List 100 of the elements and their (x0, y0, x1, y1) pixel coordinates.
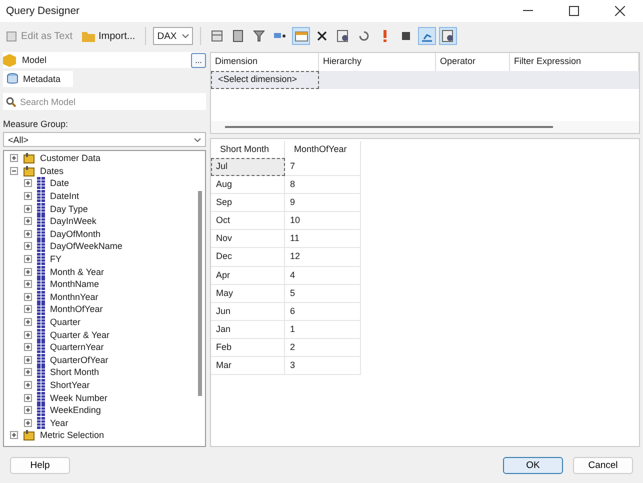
tree-item[interactable]: Metric Selection (40, 430, 104, 440)
tree-item[interactable]: ShortYear (50, 380, 90, 390)
expand-icon[interactable] (24, 268, 32, 276)
tree-item[interactable]: Year (50, 418, 68, 428)
cancel-button[interactable]: Cancel (573, 456, 633, 474)
table-cell: 8 (285, 176, 361, 194)
tree-item[interactable]: Dates (40, 166, 64, 176)
database-icon (7, 73, 18, 85)
expand-icon[interactable] (24, 204, 32, 213)
cube-icon (3, 54, 16, 66)
expand-icon[interactable] (24, 406, 32, 414)
window-title: Query Designer (6, 5, 81, 17)
table-cell: Aug (211, 176, 285, 194)
ok-button[interactable]: OK (503, 456, 563, 474)
table-cell: 2 (285, 338, 361, 358)
tree-item[interactable]: MonthnYear (50, 292, 98, 302)
table-cell: May (211, 284, 285, 303)
expand-icon[interactable] (24, 179, 32, 188)
filter-icon (253, 30, 266, 42)
caret-icon (194, 138, 201, 142)
tree-item[interactable]: FY (50, 254, 62, 264)
expand-icon[interactable] (24, 230, 32, 238)
expand-icon[interactable] (24, 217, 32, 226)
table-cell: Dec (211, 248, 285, 267)
table-icon (23, 152, 35, 164)
tree-item[interactable]: Month & Year (50, 266, 104, 277)
expand-icon[interactable] (24, 242, 32, 250)
tree-item[interactable]: Week Number (50, 392, 108, 403)
exclamation-icon (383, 30, 388, 42)
tree-item[interactable]: DayInWeek (50, 216, 96, 226)
table-cell: Jul (211, 158, 285, 176)
expand-icon[interactable] (24, 418, 32, 427)
language-dropdown[interactable]: DAX (153, 27, 194, 45)
parameters-icon (274, 31, 286, 41)
tab-label: Metadata (23, 74, 61, 84)
search-icon (6, 97, 16, 107)
stop-icon (402, 32, 410, 40)
import-button[interactable]: Import... (78, 28, 138, 44)
tree-item[interactable]: Quarter & Year (50, 330, 110, 340)
expand-icon[interactable] (24, 343, 32, 352)
close-icon (317, 31, 328, 41)
table-cell: 5 (285, 284, 361, 303)
tree-item[interactable]: DayOfMonth (50, 228, 101, 239)
expand-icon[interactable] (24, 394, 32, 402)
tree-item[interactable]: Day Type (50, 204, 88, 214)
table-cell: 12 (285, 248, 361, 267)
table-cell: 9 (285, 194, 361, 212)
expand-icon[interactable] (10, 154, 18, 162)
model-label: Model (22, 55, 47, 65)
table-cell: 11 (285, 230, 361, 248)
expand-icon[interactable] (24, 356, 32, 364)
collapse-icon[interactable] (10, 166, 18, 175)
scrollbar-thumb[interactable] (225, 126, 553, 128)
tree-item[interactable]: MonthOfYear (50, 304, 103, 314)
caret-icon (182, 34, 190, 38)
expand-icon[interactable] (24, 368, 32, 376)
browse-button[interactable]: ... (191, 52, 206, 68)
minimize-icon[interactable] (523, 10, 533, 12)
table-icon (23, 429, 35, 442)
table-icon (294, 30, 308, 42)
close-icon[interactable] (615, 6, 625, 16)
tree-item[interactable]: WeekEnding (50, 405, 101, 416)
help-button[interactable]: Help (10, 456, 70, 474)
search-field[interactable]: Search Model (3, 93, 206, 110)
expand-icon[interactable] (24, 280, 32, 288)
tree-item[interactable]: Date (50, 178, 70, 188)
tree-item[interactable]: Quarter (50, 317, 81, 328)
tree-item[interactable]: MonthName (50, 279, 100, 290)
document-icon (6, 30, 18, 42)
sheet-icon (337, 30, 350, 42)
table-cell: 7 (285, 158, 361, 176)
table-cell: Jan (211, 320, 285, 339)
tree-item[interactable]: QuarterOfYear (50, 354, 108, 365)
expand-icon[interactable] (24, 330, 32, 339)
expand-icon[interactable] (24, 318, 32, 326)
expand-icon[interactable] (10, 431, 18, 440)
table-cell: 10 (285, 212, 361, 230)
table-cell: 1 (285, 320, 361, 339)
table-cell: Nov (211, 230, 285, 248)
expand-icon[interactable] (24, 255, 32, 264)
calculator-icon (233, 30, 244, 42)
table-cell: 3 (285, 357, 361, 376)
expand-icon[interactable] (24, 380, 32, 389)
tree-item[interactable]: DateInt (50, 191, 80, 202)
tree-item[interactable]: Customer Data (40, 153, 101, 164)
table-cell: Jun (211, 302, 285, 321)
tree-item[interactable]: QuarternYear (50, 342, 104, 352)
scrollbar-thumb[interactable] (198, 191, 202, 396)
table-cell: Sep (211, 194, 285, 212)
toolbar-button[interactable] (439, 27, 458, 45)
tree-item[interactable]: DayOfWeekName (50, 241, 122, 252)
maximize-icon[interactable] (569, 6, 579, 16)
metadata-tab[interactable]: Metadata (3, 71, 73, 87)
expand-icon[interactable] (24, 305, 32, 314)
tree-item[interactable]: Short Month (50, 367, 100, 378)
table-icon (23, 164, 35, 177)
measure-group-dropdown[interactable]: <All> (3, 132, 206, 147)
table-cell: 6 (285, 302, 361, 321)
expand-icon[interactable] (24, 292, 32, 301)
expand-icon[interactable] (24, 192, 32, 200)
